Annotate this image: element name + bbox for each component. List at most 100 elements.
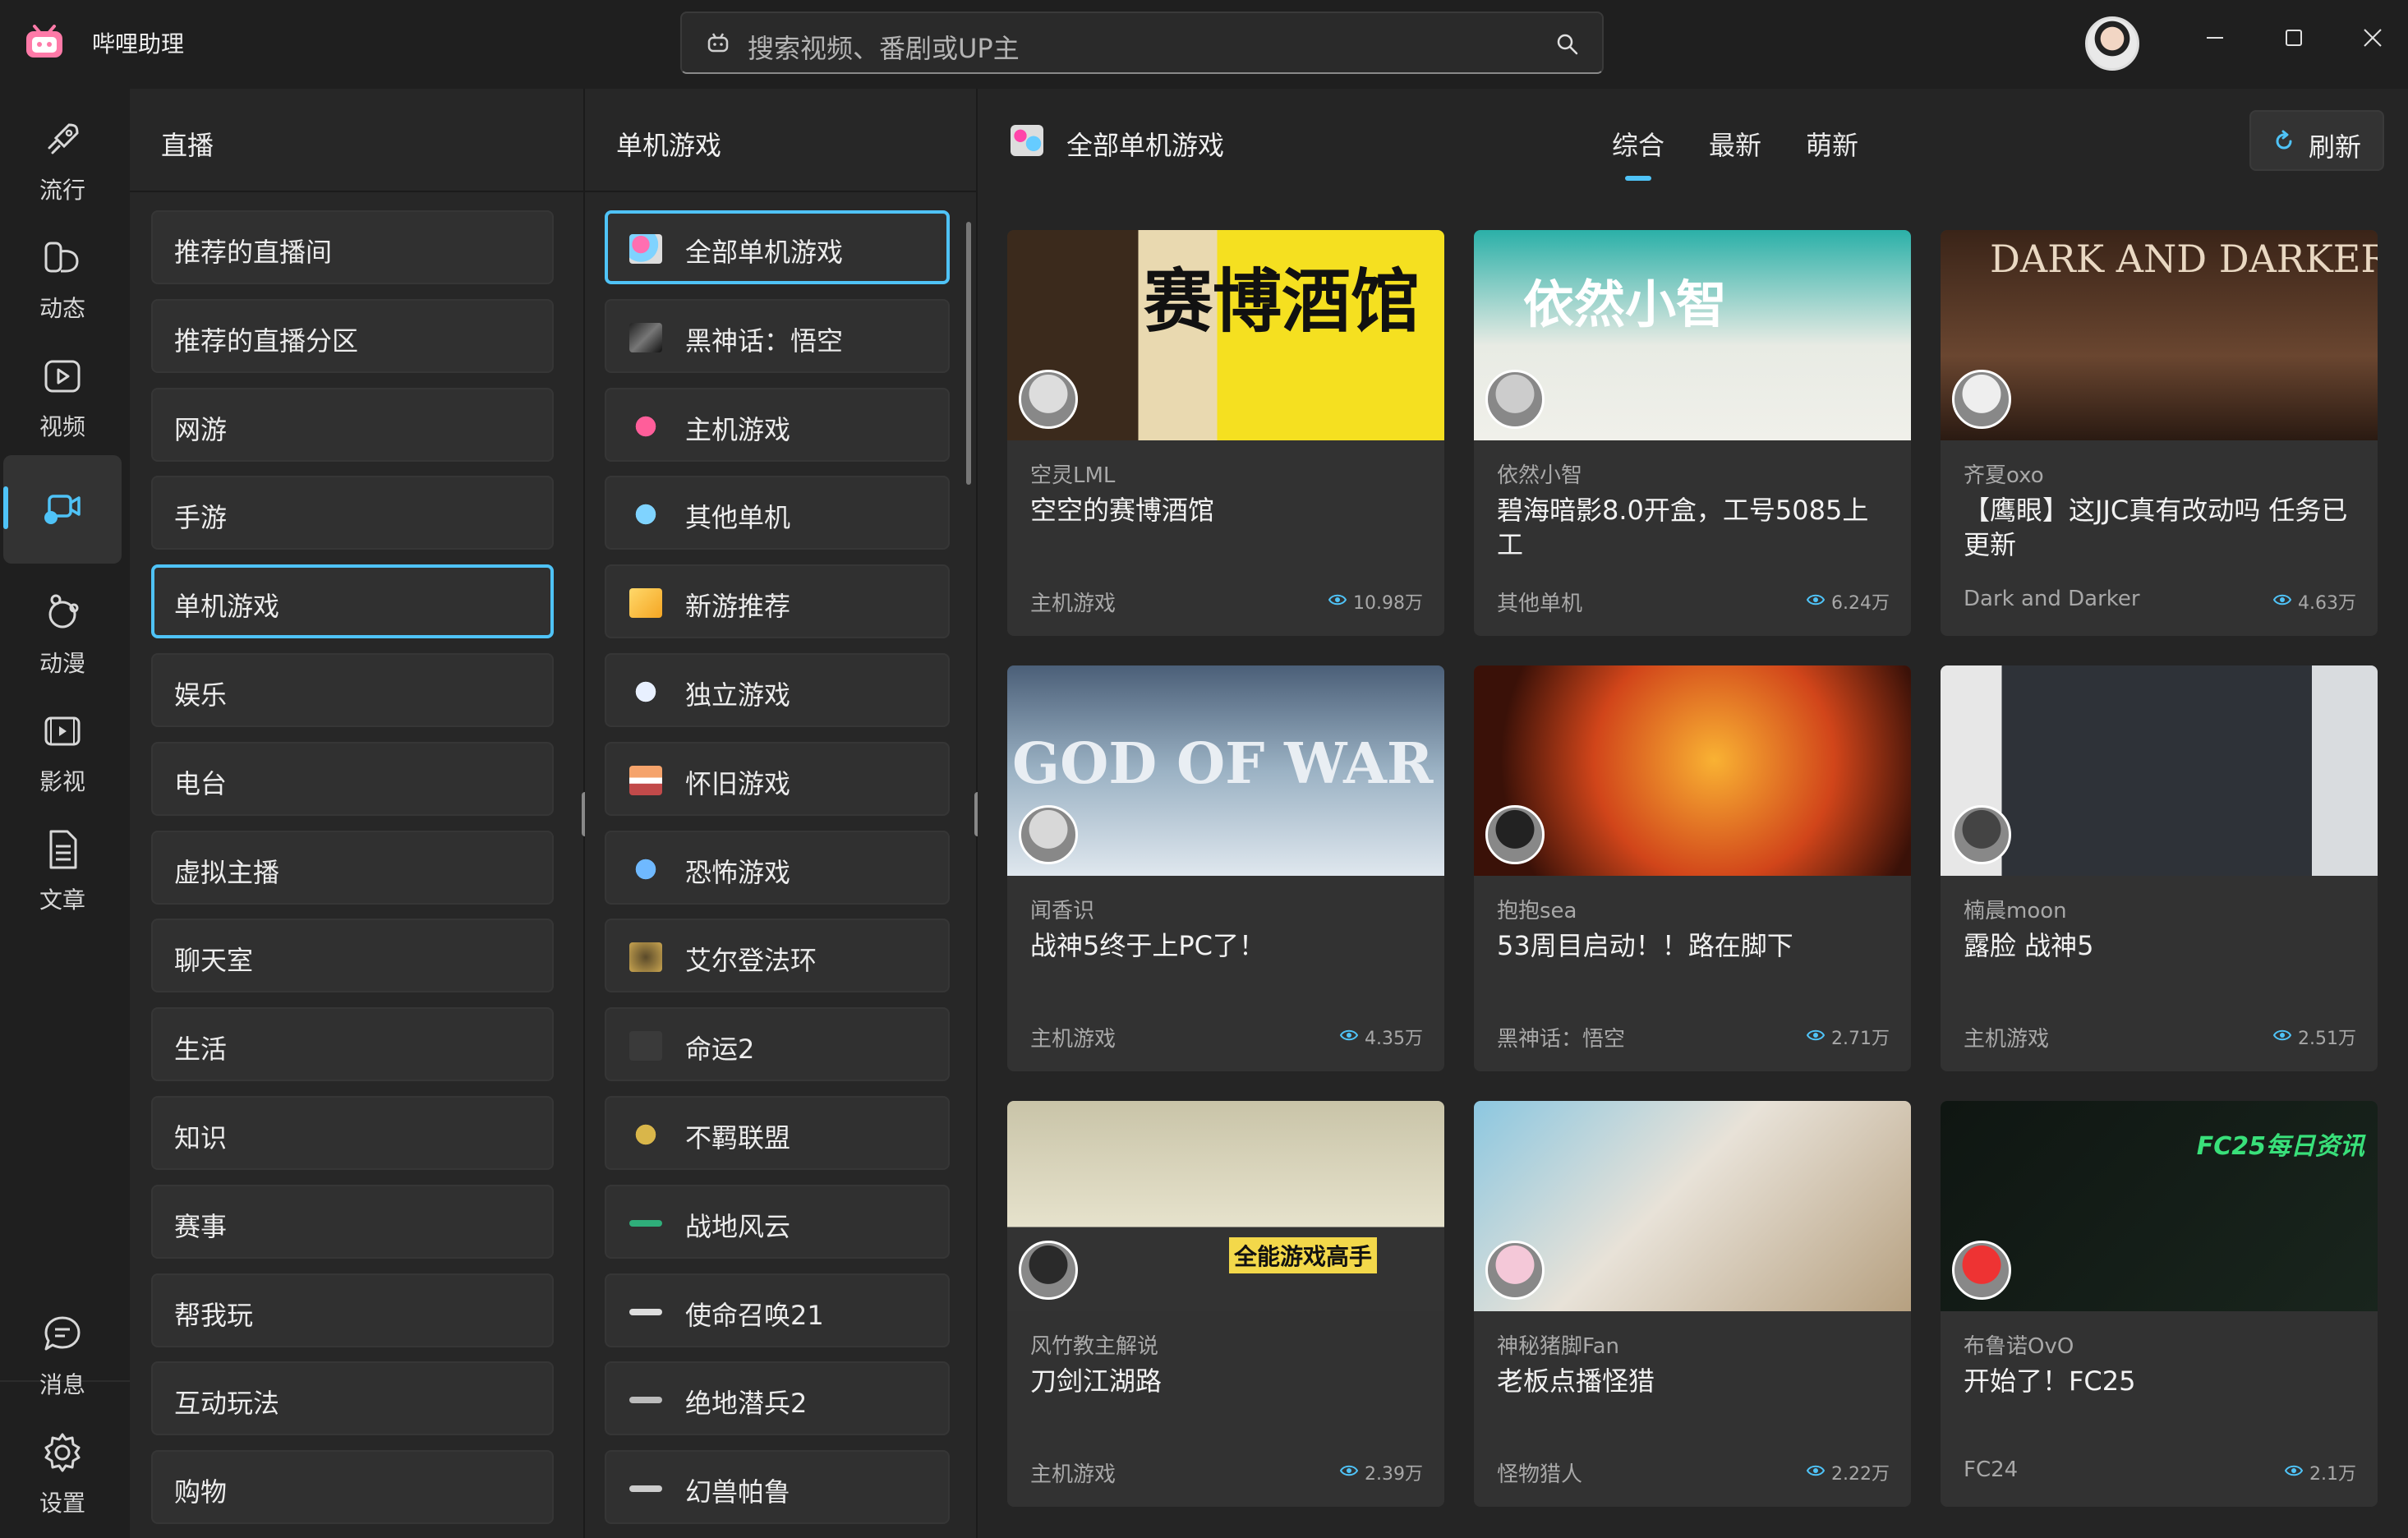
refresh-button[interactable]: 刷新 bbox=[2249, 110, 2384, 171]
user-avatar[interactable] bbox=[2085, 16, 2139, 71]
nav-item-anime[interactable]: 动漫 bbox=[3, 573, 122, 682]
streamer-avatar[interactable] bbox=[1485, 1241, 1545, 1300]
live-category-item[interactable]: 手游 bbox=[151, 476, 554, 550]
nav-label: 动漫 bbox=[39, 650, 85, 677]
nav-item-messages[interactable]: 消息 bbox=[3, 1295, 122, 1403]
nav-item-video[interactable]: 视频 bbox=[3, 337, 122, 445]
subcategory-item[interactable]: 黑神话：悟空 bbox=[605, 298, 950, 373]
subcategory-item[interactable]: 怀旧游戏 bbox=[605, 741, 950, 816]
subcategory-item[interactable]: 新游推荐 bbox=[605, 564, 950, 639]
streamer-avatar[interactable] bbox=[1019, 1241, 1078, 1300]
live-room-card[interactable]: DARK AND DARKER 齐夏oxo 【鹰眼】这JJC真有改动吗 任务已更新 D… bbox=[1941, 230, 2378, 636]
category-label: 推荐的直播分区 bbox=[174, 325, 359, 357]
live-category-item[interactable]: 推荐的直播分区 bbox=[151, 298, 554, 373]
subcategory-item[interactable]: 主机游戏 bbox=[605, 387, 950, 462]
subcategory-item[interactable]: 不羁联盟 bbox=[605, 1096, 950, 1170]
eye-icon bbox=[1328, 594, 1347, 606]
live-room-card[interactable]: 楠晨moon 露脸 战神5 主机游戏 2.51万 bbox=[1941, 665, 2378, 1071]
bilibili-tv-icon bbox=[26, 25, 62, 58]
subcategory-item[interactable]: 战地风云 bbox=[605, 1184, 950, 1259]
streamer-avatar[interactable] bbox=[1485, 805, 1545, 864]
subcategory-item[interactable]: 命运2 bbox=[605, 1007, 950, 1082]
subcategory-item[interactable]: 独立游戏 bbox=[605, 653, 950, 727]
streamer-avatar[interactable] bbox=[1952, 805, 2011, 864]
live-category-item[interactable]: 电台 bbox=[151, 741, 554, 816]
live-category-item[interactable]: 帮我玩 bbox=[151, 1273, 554, 1347]
live-room-card[interactable]: 神秘猪脚Fan 老板点播怪猎 怪物猎人 2.22万 bbox=[1474, 1101, 1911, 1507]
refresh-icon bbox=[2276, 130, 2292, 150]
tab-overall[interactable]: 综合 bbox=[1612, 125, 1664, 181]
anime-icon bbox=[48, 594, 79, 629]
subcategory-item[interactable]: 其他单机 bbox=[605, 476, 950, 550]
destiny-icon bbox=[629, 1031, 662, 1061]
streamer-avatar[interactable] bbox=[1019, 370, 1078, 429]
streamer-avatar[interactable] bbox=[1019, 805, 1078, 864]
room-title: 空空的赛博酒馆 bbox=[1030, 495, 1215, 526]
subcategory-item[interactable]: 恐怖游戏 bbox=[605, 830, 950, 905]
live-category-item[interactable]: 生活 bbox=[151, 1007, 554, 1082]
streamer-avatar[interactable] bbox=[1952, 1241, 2011, 1300]
panel-title: 直播 bbox=[161, 130, 214, 161]
nav-item-popular[interactable]: 流行 bbox=[3, 100, 122, 209]
nav-item-live[interactable] bbox=[3, 455, 122, 564]
subcategory-item[interactable]: 幻兽帕鲁 bbox=[605, 1450, 950, 1525]
streamer-avatar[interactable] bbox=[1952, 370, 2011, 429]
panel-header: 单机游戏 bbox=[585, 89, 976, 192]
search-input[interactable]: 搜索视频、番剧或UP主 bbox=[748, 28, 1020, 66]
search-icon[interactable] bbox=[1554, 31, 1581, 58]
article-icon bbox=[49, 830, 77, 869]
live-room-card[interactable]: 抱抱sea 53周目启动！！路在脚下 黑神话：悟空 2.71万 bbox=[1474, 665, 1911, 1071]
live-room-card[interactable]: 全能游戏高手 风竹教主解说 刀剑江湖路 主机游戏 2.39万 bbox=[1007, 1101, 1444, 1507]
room-area-tag: 其他单机 bbox=[1497, 592, 1583, 616]
live-room-card[interactable]: FC25每日资讯 布鲁诺OvO 开始了！FC25 FC24 2.1万 bbox=[1941, 1101, 2378, 1507]
live-category-item[interactable]: 网游 bbox=[151, 387, 554, 462]
room-area-tag: 怪物猎人 bbox=[1497, 1462, 1583, 1487]
title-bar: 哔哩助理 搜索视频、番剧或UP主 bbox=[0, 0, 2408, 89]
nav-label: 流行 bbox=[39, 177, 85, 204]
live-category-item[interactable]: 娱乐 bbox=[151, 653, 554, 727]
room-area-tag: 主机游戏 bbox=[1030, 1462, 1117, 1487]
panel-title: 单机游戏 bbox=[616, 130, 722, 161]
live-category-item[interactable]: 赛事 bbox=[151, 1184, 554, 1259]
subcategory-item[interactable]: 绝地潜兵2 bbox=[605, 1361, 950, 1436]
maximize-icon[interactable] bbox=[2269, 13, 2318, 62]
live-room-card[interactable]: 赛博酒馆 空灵LML 空空的赛博酒馆 主机游戏 10.98万 bbox=[1007, 230, 1444, 636]
app-title: 哔哩助理 bbox=[92, 30, 185, 58]
indie-game-icon bbox=[629, 677, 662, 707]
live-category-item[interactable]: 单机游戏 bbox=[151, 564, 554, 639]
cover-text: 全能游戏高手 bbox=[1229, 1237, 1378, 1273]
live-room-card[interactable]: GOD OF WAR 闻香识 战神5终于上PC了！ 主机游戏 4.35万 bbox=[1007, 665, 1444, 1071]
live-category-item[interactable]: 聊天室 bbox=[151, 919, 554, 993]
live-category-item[interactable]: 购物 bbox=[151, 1450, 554, 1525]
subcategory-item[interactable]: 全部单机游戏 bbox=[605, 210, 950, 284]
room-area-tag: 黑神话：悟空 bbox=[1497, 1027, 1626, 1052]
live-category-item[interactable]: 互动玩法 bbox=[151, 1361, 554, 1436]
minimize-icon[interactable] bbox=[2190, 13, 2240, 62]
tab-newcomer[interactable]: 萌新 bbox=[1806, 125, 1858, 163]
subcategory-item[interactable]: 艾尔登法环 bbox=[605, 919, 950, 993]
room-area-tag: Dark and Darker bbox=[1964, 587, 2140, 611]
scrollbar-thumb[interactable] bbox=[966, 222, 971, 485]
nav-item-film[interactable]: 影视 bbox=[3, 692, 122, 800]
page-title: 全部单机游戏 bbox=[1066, 130, 1225, 161]
call-of-duty-icon bbox=[629, 1308, 662, 1315]
search-box[interactable]: 搜索视频、番剧或UP主 bbox=[680, 12, 1604, 74]
nav-item-settings[interactable]: 设置 bbox=[3, 1413, 122, 1522]
live-category-item[interactable]: 虚拟主播 bbox=[151, 830, 554, 905]
live-category-item[interactable]: 知识 bbox=[151, 1096, 554, 1170]
nav-item-article[interactable]: 文章 bbox=[3, 810, 122, 919]
close-icon[interactable] bbox=[2348, 13, 2397, 62]
new-game-icon bbox=[629, 588, 662, 619]
subcategory-item[interactable]: 使命召唤21 bbox=[605, 1273, 950, 1347]
streamer-avatar[interactable] bbox=[1485, 370, 1545, 429]
message-icon bbox=[44, 1316, 81, 1351]
live-room-card[interactable]: 依然小智 依然小智 碧海暗影8.0开盒，工号5085上工 其他单机 6.24万 bbox=[1474, 230, 1911, 636]
tab-latest[interactable]: 最新 bbox=[1709, 125, 1761, 163]
nav-label: 设置 bbox=[39, 1490, 85, 1517]
category-label: 虚拟主播 bbox=[174, 856, 280, 888]
subcategory-label: 使命召唤21 bbox=[685, 1299, 824, 1331]
category-label: 生活 bbox=[174, 1034, 228, 1066]
view-count: 6.24万 bbox=[1831, 593, 1890, 614]
live-category-item[interactable]: 推荐的直播间 bbox=[151, 210, 554, 284]
nav-item-feed[interactable]: 动态 bbox=[3, 219, 122, 327]
